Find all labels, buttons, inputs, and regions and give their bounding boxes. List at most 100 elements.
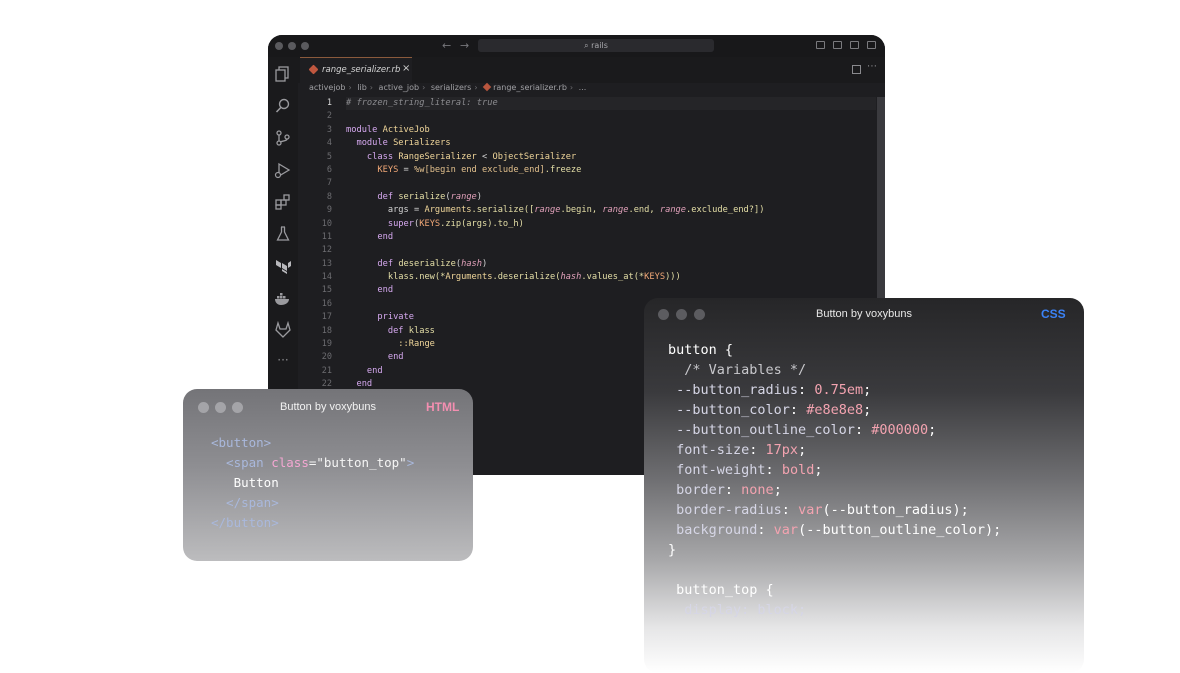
code-token: def <box>346 258 399 269</box>
code-token: background <box>668 522 758 538</box>
code-token: class <box>271 455 309 470</box>
code-token: } <box>668 542 677 558</box>
code-token: module <box>346 138 394 149</box>
code-token: range <box>659 205 687 216</box>
code-token: < <box>476 151 493 162</box>
customize-layout-icon[interactable] <box>867 41 876 49</box>
code-token: args <box>346 205 409 216</box>
code-line: font-size: 17px; <box>668 440 1001 460</box>
line-number: 10 <box>321 218 332 229</box>
source-control-icon[interactable] <box>274 129 292 147</box>
code-token: klass.new(* <box>346 272 446 283</box>
close-tab-icon[interactable]: × <box>402 63 410 74</box>
line-number: 21 <box>321 365 332 376</box>
more-icon[interactable]: ··· <box>274 353 292 371</box>
code-token: : <box>724 482 742 498</box>
css-code-card: Button by voxybuns CSS button { /* Varia… <box>644 298 1084 673</box>
code-token: .freeze <box>544 164 582 175</box>
code-line: border: none; <box>668 480 1001 500</box>
breadcrumb-item[interactable]: active_job <box>379 83 420 92</box>
code-token: <span <box>211 455 272 470</box>
more-actions-icon[interactable]: ⋯ <box>867 61 877 72</box>
explorer-icon[interactable] <box>274 65 292 83</box>
forward-arrow-icon[interactable]: → <box>460 39 469 52</box>
code-token: ))) <box>665 272 681 283</box>
testing-flask-icon[interactable] <box>274 225 292 243</box>
line-number: 9 <box>326 205 332 216</box>
code-token: ActiveJob <box>382 124 430 135</box>
code-line: /* Variables */ <box>668 360 1001 380</box>
code-token: ) <box>476 191 483 202</box>
gitlab-icon[interactable] <box>274 320 292 339</box>
breadcrumb-item[interactable]: activejob <box>309 83 346 92</box>
code-token: Arguments <box>424 205 472 216</box>
code-line: </span> <box>211 493 414 513</box>
breadcrumb-item[interactable]: ... <box>579 83 587 92</box>
line-number: 6 <box>326 164 332 175</box>
code-line: KEYS = %w[begin end exclude_end].freeze <box>346 164 876 177</box>
line-number: 5 <box>326 151 332 162</box>
code-token: Button <box>211 475 279 490</box>
code-token: klass <box>408 325 435 336</box>
language-label: CSS <box>1041 307 1066 321</box>
code-token: %w[begin end exclude_end] <box>414 164 545 175</box>
line-number: 12 <box>321 245 332 256</box>
code-line: super(KEYS.zip(args).to_h) <box>346 218 876 231</box>
toggle-panel-icon[interactable] <box>833 41 842 49</box>
code-token: .end, <box>628 205 660 216</box>
run-debug-icon[interactable] <box>274 161 292 179</box>
code-line: end <box>346 231 876 244</box>
code-token: .values_at(* <box>581 272 645 283</box>
code-token: border <box>668 482 725 498</box>
tab-range-serializer[interactable]: range_serializer.rb × <box>300 57 412 83</box>
html-code-block: <button> <span class="button_top"> Butto… <box>211 433 414 533</box>
code-token: private <box>346 312 414 323</box>
line-number-gutter: 1 2 3 4 5 6 7 8 9 10 11 12 13 14 15 16 17 18 19 20 21 22 <box>298 97 332 392</box>
code-line: # frozen_string_literal: true <box>346 97 876 111</box>
code-line: end <box>346 284 876 297</box>
code-token: font-weight <box>668 462 766 478</box>
close-window-button[interactable] <box>275 42 283 50</box>
code-token: serialize <box>398 191 446 202</box>
breadcrumb-item[interactable]: serializers <box>431 83 472 92</box>
terraform-icon[interactable] <box>274 257 292 275</box>
code-token: super <box>346 218 414 229</box>
code-line: --button_radius: 0.75em; <box>668 380 1001 400</box>
code-line: class RangeSerializer < ObjectSerializer <box>346 151 876 164</box>
code-token: ; <box>863 382 872 398</box>
split-editor-icon[interactable] <box>852 65 861 74</box>
code-token: ::Range <box>346 339 435 350</box>
code-token: --button_radius <box>668 382 799 398</box>
card-title: Button by voxybuns <box>815 308 912 320</box>
code-token: def <box>346 191 399 202</box>
search-icon[interactable] <box>274 97 292 115</box>
breadcrumb-item[interactable]: range_serializer.rb <box>493 83 567 92</box>
back-arrow-icon[interactable]: ← <box>442 39 451 52</box>
toggle-secondary-sidebar-icon[interactable] <box>850 41 859 49</box>
extensions-icon[interactable] <box>274 193 292 211</box>
docker-icon[interactable] <box>274 289 292 307</box>
line-number: 17 <box>321 312 332 323</box>
code-line: </button> <box>211 513 414 533</box>
css-code-block: button { /* Variables */ --button_radius… <box>668 340 1001 620</box>
code-token: end <box>346 379 373 390</box>
code-token: class <box>346 151 399 162</box>
minimize-window-button[interactable] <box>288 42 296 50</box>
toggle-sidebar-icon[interactable] <box>816 41 825 49</box>
line-number: 4 <box>326 138 332 149</box>
code-token: KEYS <box>644 272 666 283</box>
maximize-window-button[interactable] <box>301 42 309 50</box>
breadcrumb-item[interactable]: lib <box>357 83 367 92</box>
code-token: : <box>765 462 782 478</box>
command-search-input[interactable]: ⌕ rails <box>478 39 714 52</box>
code-line: --button_color: #e8e8e8; <box>668 400 1001 420</box>
code-token: range <box>602 205 629 216</box>
code-token: end <box>346 365 383 376</box>
code-token: bold <box>781 462 815 478</box>
line-number: 1 <box>326 98 332 108</box>
code-token: var <box>773 522 799 538</box>
code-token: : <box>798 382 815 398</box>
code-token: 0.75em <box>814 382 864 398</box>
